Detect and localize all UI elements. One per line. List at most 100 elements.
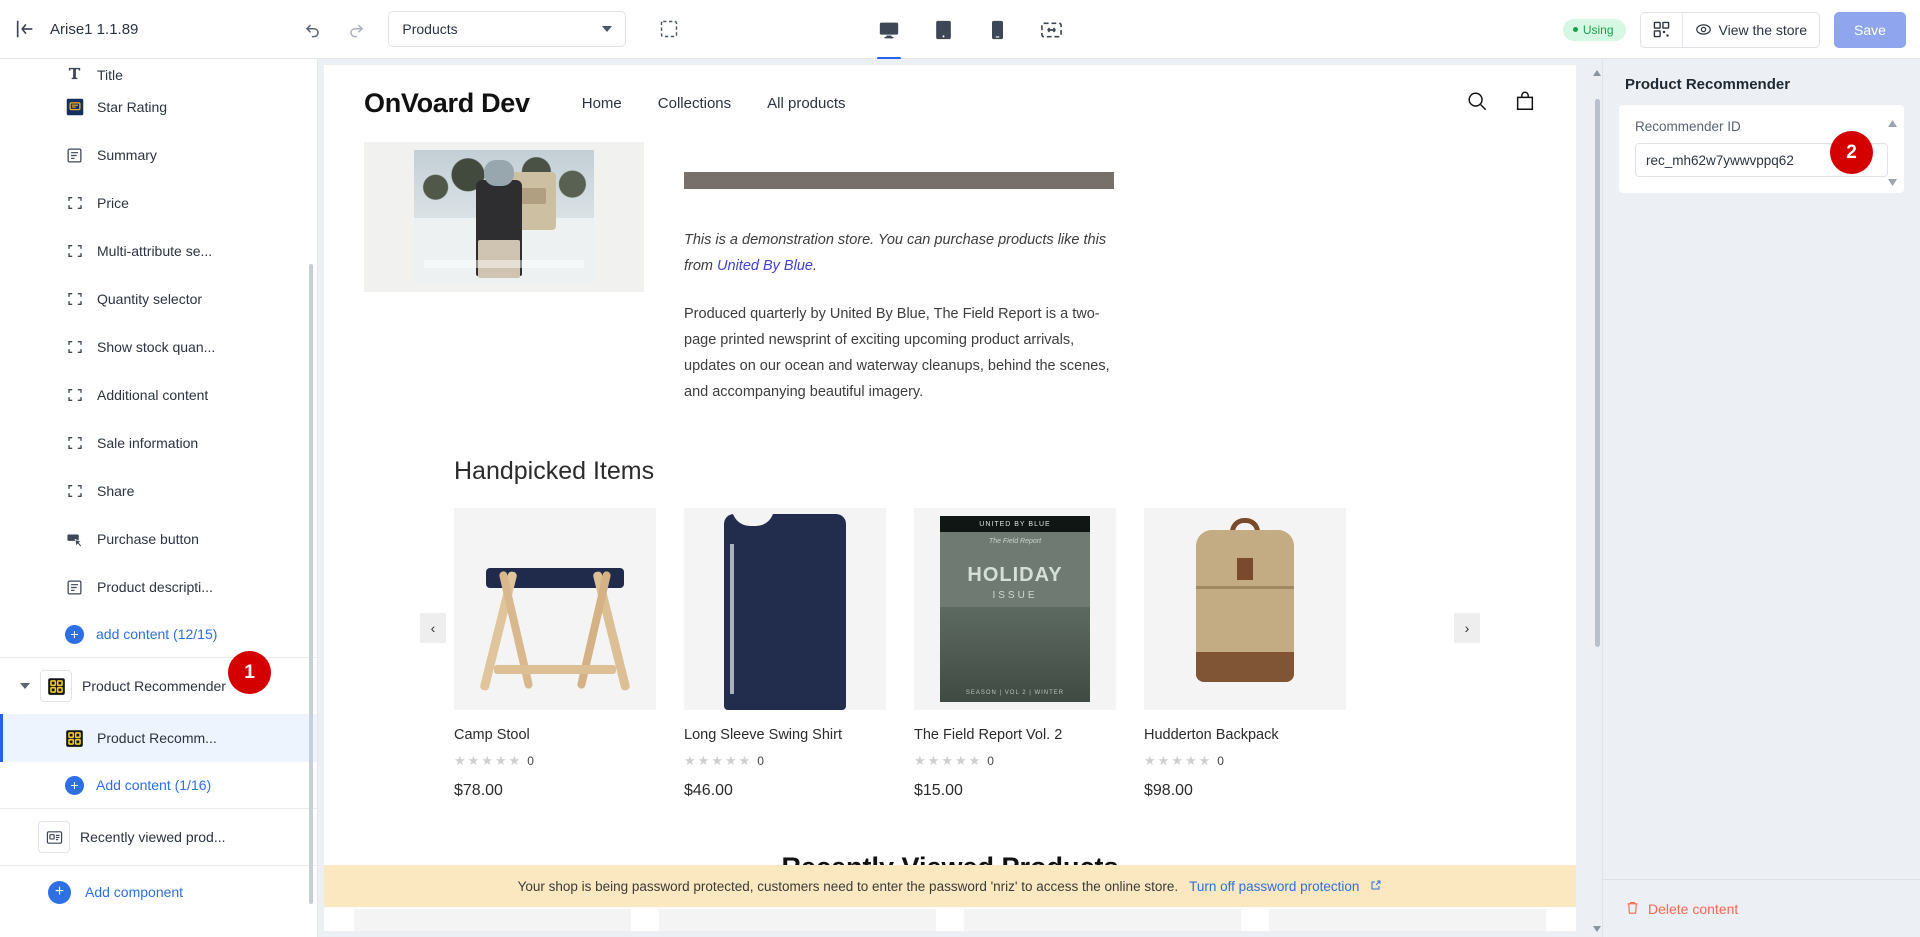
- search-icon[interactable]: [1466, 90, 1488, 117]
- device-tablet-button[interactable]: [926, 10, 960, 50]
- history-controls: [298, 15, 370, 43]
- sidebar-item-show-stock-quantity[interactable]: Show stock quan...: [0, 323, 317, 371]
- eye-icon: [1695, 24, 1711, 35]
- sidebar-item-recently-viewed[interactable]: Recently viewed prod...: [0, 809, 317, 865]
- product-card-price: $98.00: [1144, 782, 1193, 799]
- star-icon: ★: [914, 753, 926, 768]
- nav-item-collections[interactable]: Collections: [658, 95, 731, 112]
- block-icon: [65, 482, 84, 501]
- panel-scroll-down-icon[interactable]: [1887, 174, 1898, 186]
- panel-title: Product Recommender: [1625, 76, 1791, 93]
- shopping-bag-icon[interactable]: [1514, 90, 1536, 117]
- sidebar-item-product-recommender-child[interactable]: Product Recomm...: [0, 714, 317, 762]
- block-icon: [65, 194, 84, 213]
- device-mobile-button[interactable]: [980, 10, 1014, 50]
- save-button[interactable]: Save: [1834, 11, 1906, 48]
- sidebar-item-title[interactable]: Title: [0, 59, 317, 83]
- recently-viewed-card[interactable]: [1269, 909, 1546, 931]
- sidebar-item-label: Price: [97, 195, 129, 211]
- recently-viewed-row: [324, 909, 1576, 931]
- sidebar-item-price[interactable]: Price: [0, 179, 317, 227]
- panel-footer: Delete content: [1603, 879, 1920, 937]
- sidebar-item-purchase-button[interactable]: Purchase button: [0, 515, 317, 563]
- long-sleeve-shirt-image[interactable]: [684, 508, 886, 710]
- sidebar-item-product-description[interactable]: Product descripti...: [0, 563, 317, 611]
- sidebar-item-multi-attribute[interactable]: Multi-attribute se...: [0, 227, 317, 275]
- product-card[interactable]: Camp Stool ★ ★ ★ ★ ★ 0 $78.00: [454, 508, 656, 800]
- canvas-scroll-down-icon[interactable]: [1592, 921, 1602, 932]
- status-dot-icon: [1572, 27, 1578, 32]
- product-card[interactable]: Long Sleeve Swing Shirt ★ ★ ★ ★ ★ 0 $46.…: [684, 508, 886, 800]
- product-card-name: Camp Stool: [454, 727, 530, 743]
- panel-scroll-up-icon[interactable]: [1887, 115, 1898, 127]
- sidebar-item-summary[interactable]: Summary: [0, 131, 317, 179]
- block-icon: [65, 290, 84, 309]
- product-area: This is a demonstration store. You can p…: [324, 142, 1576, 405]
- recently-viewed-card[interactable]: [354, 909, 631, 931]
- exit-icon[interactable]: [14, 18, 36, 40]
- product-card-rating: ★ ★ ★ ★ ★ 0: [454, 753, 656, 769]
- store-logo[interactable]: OnVoard Dev: [364, 88, 530, 119]
- product-description-text: Produced quarterly by United By Blue, Th…: [684, 306, 1110, 400]
- sidebar-item-label: Product Recomm...: [97, 730, 217, 746]
- add-content-label: Add content (1/16): [96, 777, 212, 793]
- star-icon: ★: [1171, 753, 1183, 768]
- password-banner-text: Your shop is being password protected, c…: [517, 878, 1179, 894]
- delete-content-button[interactable]: Delete content: [1625, 900, 1738, 918]
- product-photo[interactable]: [414, 150, 594, 284]
- recently-viewed-card[interactable]: [659, 909, 936, 931]
- delete-content-label: Delete content: [1648, 900, 1739, 917]
- photo-caption-bar: [424, 260, 584, 268]
- zine-holiday-text: HOLIDAY: [967, 564, 1063, 586]
- recently-viewed-card[interactable]: [964, 909, 1241, 931]
- photo-person-legs: [478, 240, 520, 278]
- camp-stool-image[interactable]: [454, 508, 656, 710]
- product-card[interactable]: UNITED BY BLUE The Field Report HOLIDAY …: [914, 508, 1116, 800]
- turn-off-password-protection-link[interactable]: Turn off password protection: [1189, 879, 1359, 894]
- rating-count: 0: [987, 754, 994, 768]
- carousel-next-button[interactable]: ›: [1454, 613, 1480, 643]
- device-desktop-button[interactable]: [872, 10, 906, 60]
- trash-icon: [1625, 900, 1640, 918]
- canvas-scrollbar[interactable]: [1595, 99, 1600, 647]
- sidebar-item-star-rating[interactable]: Star Rating: [0, 83, 317, 131]
- product-card-name: The Field Report Vol. 2: [914, 727, 1063, 743]
- field-report-image[interactable]: UNITED BY BLUE The Field Report HOLIDAY …: [914, 508, 1116, 710]
- toolbar-left-group: Arise1 1.1.89: [0, 18, 138, 40]
- sidebar-group-label: Product Recommender: [82, 678, 226, 694]
- nav-item-home[interactable]: Home: [582, 95, 622, 112]
- sidebar-item-label: Additional content: [97, 387, 209, 403]
- sidebar-scrollbar[interactable]: [309, 264, 313, 904]
- block-icon: [65, 242, 84, 261]
- qr-code-button[interactable]: [1641, 13, 1682, 47]
- chevron-down-icon[interactable]: [20, 683, 30, 689]
- add-content-button-1-16[interactable]: + Add content (1/16): [0, 762, 317, 808]
- plus-icon: +: [65, 775, 84, 795]
- sidebar-item-quantity-selector[interactable]: Quantity selector: [0, 275, 317, 323]
- add-content-button-12-15[interactable]: + add content (12/15): [0, 611, 317, 657]
- device-fullwidth-button[interactable]: [1034, 10, 1068, 50]
- view-store-button[interactable]: View the store: [1681, 12, 1819, 47]
- product-card-rating: ★ ★ ★ ★ ★ 0: [1144, 753, 1346, 769]
- add-component-button[interactable]: + Add component: [0, 866, 317, 918]
- sidebar-item-label: Share: [97, 483, 135, 499]
- sidebar-item-additional-content[interactable]: Additional content: [0, 371, 317, 419]
- recently-viewed-icon: [38, 821, 70, 853]
- carousel-prev-button[interactable]: ‹: [420, 613, 446, 643]
- canvas-scroll-up-icon[interactable]: [1592, 65, 1602, 76]
- sidebar-item-label: Quantity selector: [97, 291, 203, 307]
- marquee-select-icon[interactable]: [654, 14, 684, 44]
- block-icon: [65, 386, 84, 405]
- redo-icon[interactable]: [342, 15, 370, 43]
- nav-item-all-products[interactable]: All products: [767, 95, 845, 112]
- backpack-image[interactable]: [1144, 508, 1346, 710]
- undo-icon[interactable]: [298, 15, 326, 43]
- sidebar-item-label: Product descripti...: [97, 579, 213, 595]
- star-icon: ★: [954, 753, 967, 768]
- sidebar-item-label: Title: [97, 67, 123, 83]
- united-by-blue-link[interactable]: United By Blue: [717, 258, 813, 274]
- sidebar-item-share[interactable]: Share: [0, 467, 317, 515]
- product-card[interactable]: Hudderton Backpack ★ ★ ★ ★ ★ 0 $98.00: [1144, 508, 1346, 800]
- sidebar-item-sale-information[interactable]: Sale information: [0, 419, 317, 467]
- page-select[interactable]: Products: [388, 11, 627, 47]
